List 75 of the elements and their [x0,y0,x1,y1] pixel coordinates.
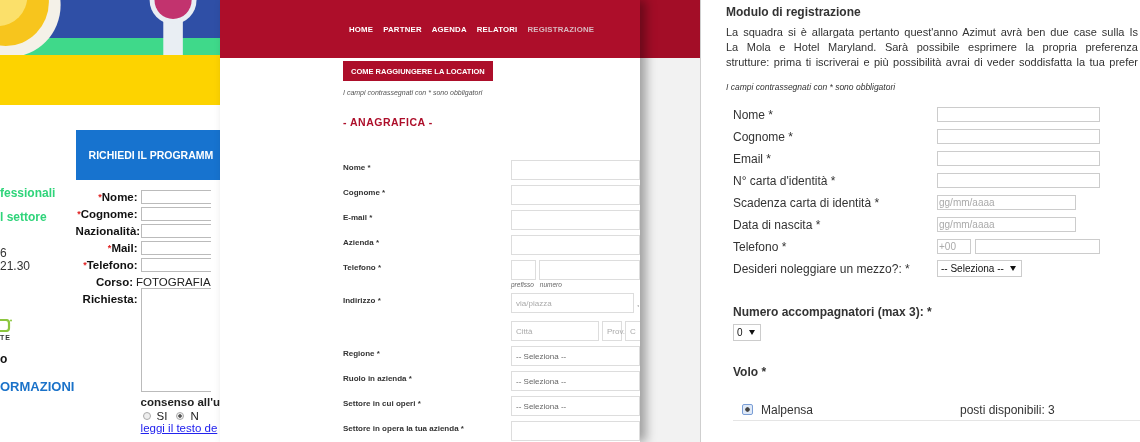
field-label: Corso: [94,275,134,289]
input-field[interactable] [511,185,640,205]
input-field[interactable] [511,210,640,230]
radio-label: N [190,410,199,422]
field-label: Richiesta: [81,292,138,306]
logo-icon [0,319,12,332]
field-label: Settore in opera la tua azienda * [343,423,465,435]
input-field[interactable] [937,107,1100,122]
radio-button[interactable] [176,412,185,420]
consent-label: consenso all'u [140,396,220,408]
field-label: Nome * [343,162,372,174]
field-label: Nome * [733,107,774,122]
input-field[interactable] [937,173,1100,188]
required-note: I campi contrassegnati con * sono obbligatori [726,82,897,92]
info-link[interactable]: ORMAZIONI [0,380,75,393]
input-field[interactable] [140,258,211,272]
dropdown[interactable] [511,421,640,441]
dropdown[interactable]: 0 [733,324,761,341]
separator-text: , [637,298,640,308]
prefix-field[interactable] [511,260,536,280]
intro-paragraph: La squadra si è allargata pertanto quest'anno Azimut avrà ben due case sulla Is La Mola e Hotel Maryland. Sarà possibile esprimere la propria preferenza strutture: prima ti iscriverai e più possibilità avrai di veder soddisfatta la tua prefer [726,25,1138,70]
text-area[interactable] [140,288,211,392]
input-field[interactable] [140,207,211,221]
field-label: Ruolo in azienda * [343,373,413,385]
caret-icon [1009,266,1016,271]
side-text: 6 [0,247,7,260]
field-label: Settore in cui operi * [343,398,422,410]
field-label: E-mail * [343,212,374,224]
field-label: *Telefono: [82,258,138,272]
input-field[interactable] [140,224,211,238]
phone-field[interactable] [975,239,1100,254]
field-label: Cognome * [733,129,795,144]
field-label: Data di nascita * [733,217,822,232]
section-title: - ANAGRAFICA - [343,116,434,128]
field-label: Cognome * [343,187,387,199]
field-label: N° carta d'identità * [733,173,837,188]
input-field[interactable] [140,190,211,204]
side-text: fessionali [0,187,56,200]
field-label: Telefono * [343,262,383,274]
input-field[interactable] [937,129,1100,144]
field-label: Indirizzo * [343,295,382,307]
field-label: *Cognome: [76,207,138,221]
input-field[interactable] [937,151,1100,166]
banner-title: RICHIEDI IL PROGRAMM [88,149,214,161]
field-label: *Mail: [106,241,138,255]
field-label: Desideri noleggiare un mezzo?: * [733,261,911,276]
radio-label: SI [156,410,168,422]
form-title: Modulo di registrazione [726,5,862,19]
dropdown[interactable]: -- Seleziona -- [511,346,640,366]
radio-button[interactable] [142,412,151,420]
field-label: *Nome: [97,190,138,204]
phone-field[interactable] [539,260,640,280]
dropdown[interactable]: -- Seleziona -- [937,260,1022,277]
section-label: Numero accompagnatori (max 3): * [733,305,933,319]
field-label: Regione * [343,348,381,360]
dropdown[interactable]: -- Seleziona -- [511,371,640,391]
field-label: Email * [733,151,772,166]
side-text: 21.30 [0,260,31,273]
field-label: Scadenza carta di identità * [733,195,881,210]
field-label: Azienda * [343,237,380,249]
caret-icon [748,330,755,335]
input-field[interactable] [140,241,211,255]
privacy-link[interactable]: leggi il testo de [140,422,220,434]
field-label: Nazionalità: [75,224,138,238]
input-field[interactable] [511,235,640,255]
radio-button[interactable] [742,404,753,415]
flight-name: Malpensa [761,402,815,417]
field-value: FOTOGRAFIA [136,275,211,289]
field-label: Telefono * [733,239,788,254]
input-field[interactable] [511,160,640,180]
side-text: o [0,353,8,366]
dropdown[interactable]: -- Seleziona -- [511,396,640,416]
section-label: Volo * [733,365,768,379]
side-text: l settore [0,211,47,224]
availability-text: posti disponibili: 3 [960,402,1055,417]
